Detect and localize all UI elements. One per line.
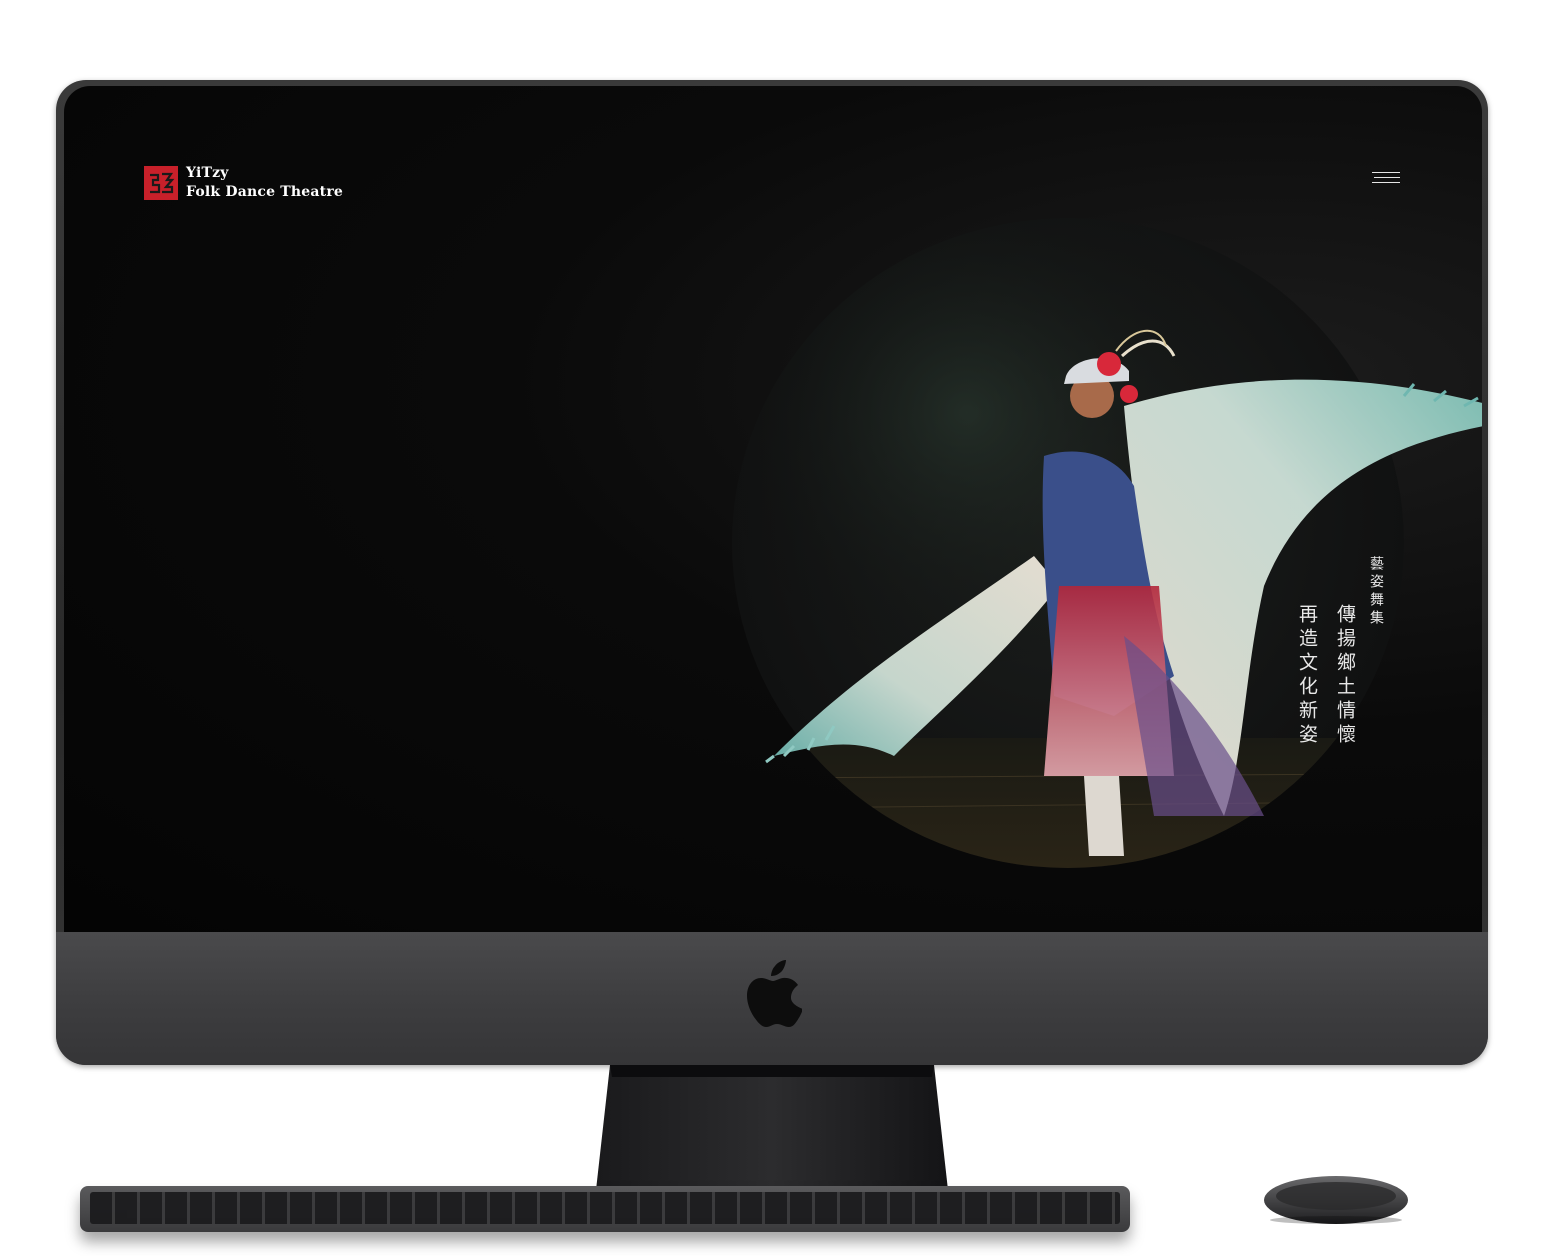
menu-line-middle xyxy=(1374,177,1400,178)
logo-mark-icon xyxy=(144,166,178,200)
website-screen: YiTzy Folk Dance Theatre 藝姿舞集 傳揚鄉土情懷 再造文… xyxy=(64,86,1482,932)
device-mockup: YiTzy Folk Dance Theatre 藝姿舞集 傳揚鄉土情懷 再造文… xyxy=(0,0,1541,1256)
mouse xyxy=(1264,1176,1408,1224)
hero-tagline-line1: 傳揚鄉土情懷 xyxy=(1334,604,1356,748)
logo-text: YiTzy Folk Dance Theatre xyxy=(186,164,343,202)
hero-tagline-line2: 再造文化新姿 xyxy=(1296,604,1318,748)
keyboard xyxy=(80,1186,1130,1232)
menu-line-top xyxy=(1372,172,1400,173)
monitor-stand xyxy=(596,1065,948,1190)
keyboard-keys xyxy=(90,1192,1120,1224)
logo-subtitle: Folk Dance Theatre xyxy=(186,184,344,200)
site-logo[interactable]: YiTzy Folk Dance Theatre xyxy=(144,164,343,202)
apple-logo-icon xyxy=(747,960,802,1027)
logo-name: YiTzy xyxy=(186,165,229,181)
hamburger-menu-button[interactable] xyxy=(1372,170,1400,186)
menu-line-bottom xyxy=(1372,182,1400,183)
brand-vertical-tagline: 藝姿舞集 xyxy=(1368,556,1384,628)
